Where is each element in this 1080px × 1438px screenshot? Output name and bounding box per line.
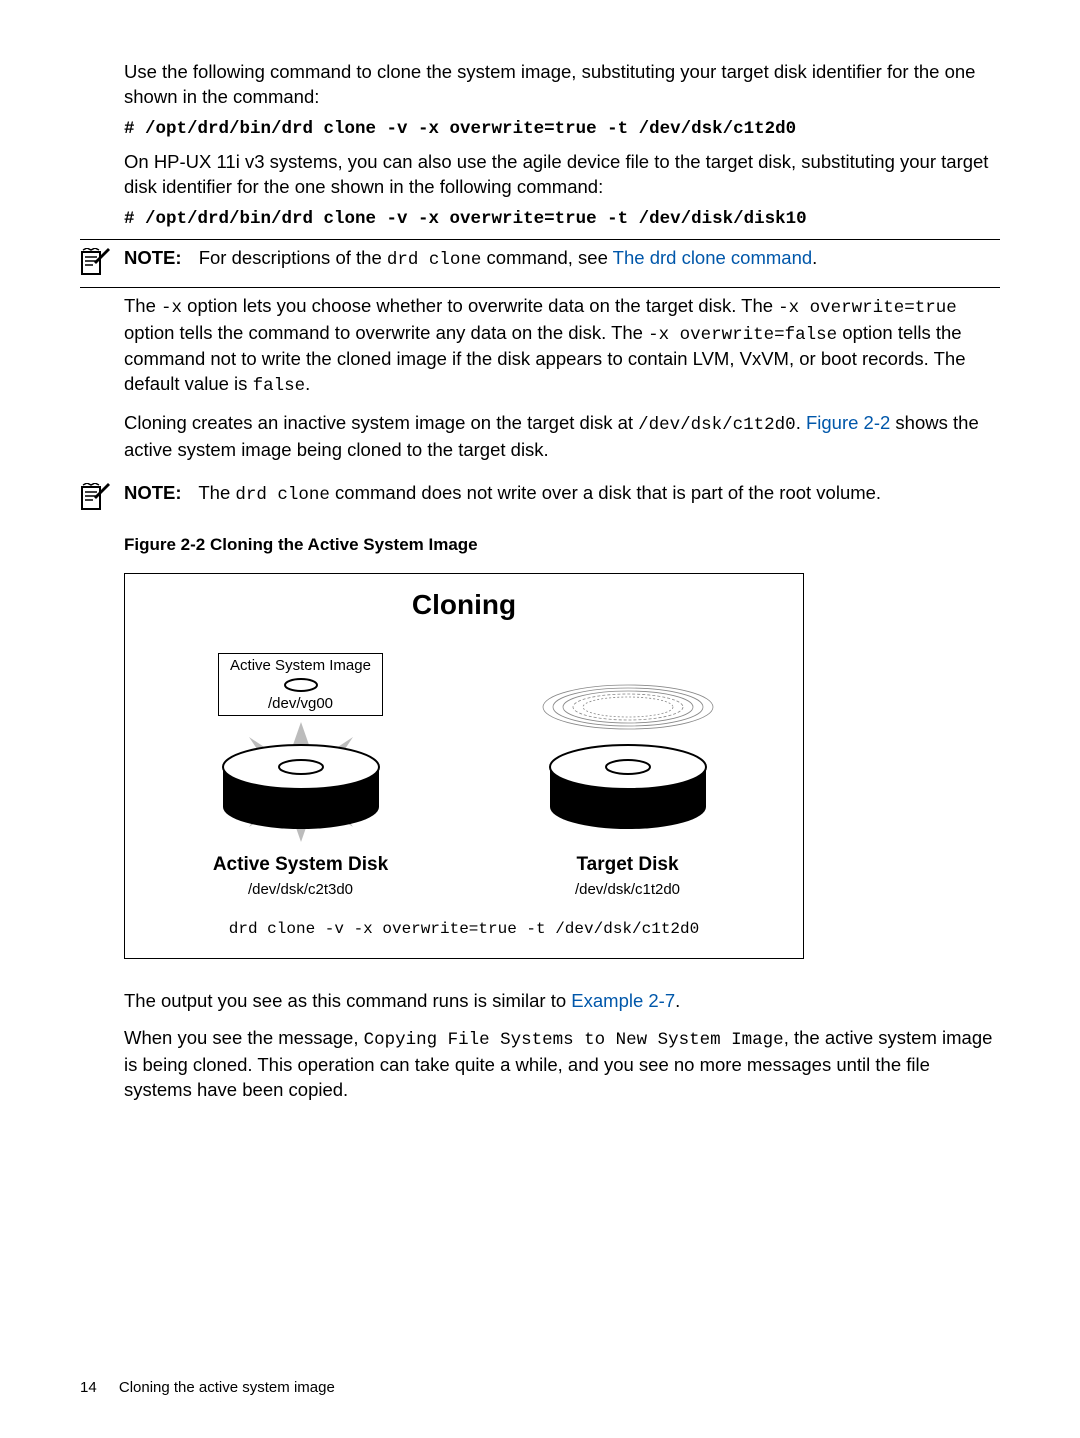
note-icon — [80, 481, 124, 516]
active-disk-path: /dev/dsk/c2t3d0 — [176, 880, 426, 900]
divider — [80, 239, 1000, 240]
intro-p1: Use the following command to clone the s… — [124, 60, 1000, 110]
note1-mid: command, see — [481, 247, 612, 268]
intro-p2: On HP-UX 11i v3 systems, you can also us… — [124, 150, 1000, 200]
p6: When you see the message, Copying File S… — [124, 1026, 1000, 1103]
page-footer: 14 Cloning the active system image — [80, 1379, 335, 1396]
figure-command: drd clone -v -x overwrite=true -t /dev/d… — [137, 919, 791, 941]
note2-lead: The — [198, 482, 235, 503]
note1-link[interactable]: The drd clone command — [613, 247, 813, 268]
p5: The output you see as this command runs … — [124, 989, 1000, 1014]
note-icon — [80, 246, 124, 281]
page-number: 14 — [80, 1379, 97, 1396]
target-disk-name: Target Disk — [503, 852, 753, 878]
note-2: NOTE: The drd clone command does not wri… — [80, 481, 1000, 516]
note1-tail: . — [812, 247, 817, 268]
target-disk-icon — [513, 667, 743, 842]
active-system-image-box: Active System Image /dev/vg00 — [218, 653, 383, 716]
intro-block: Use the following command to clone the s… — [124, 60, 1000, 231]
p4: Cloning creates an inactive system image… — [124, 411, 1000, 463]
footer-title: Cloning the active system image — [119, 1379, 335, 1396]
active-disk-name: Active System Disk — [176, 852, 426, 878]
body-block: The -x option lets you choose whether to… — [124, 294, 1000, 462]
divider — [80, 287, 1000, 288]
note-1: NOTE: For descriptions of the drd clone … — [80, 246, 1000, 281]
figure-title: Cloning — [137, 586, 791, 624]
p3: The -x option lets you choose whether to… — [124, 294, 1000, 399]
active-disk-icon — [186, 712, 416, 842]
figure-caption: Figure 2-2 Cloning the Active System Ima… — [124, 534, 1000, 557]
note-label: NOTE: — [124, 482, 182, 503]
cmd1: # /opt/drd/bin/drd clone -v -x overwrite… — [124, 118, 1000, 142]
note2-code: drd clone — [235, 485, 330, 505]
figure-link[interactable]: Figure 2-2 — [806, 412, 890, 433]
note1-lead: For descriptions of the — [199, 247, 387, 268]
target-disk-path: /dev/dsk/c1t2d0 — [503, 880, 753, 900]
note-label: NOTE: — [124, 247, 182, 268]
figure-2-2: Cloning Active System Image /dev/vg00 — [124, 573, 804, 960]
example-link[interactable]: Example 2-7 — [571, 990, 675, 1011]
cmd2: # /opt/drd/bin/drd clone -v -x overwrite… — [124, 208, 1000, 232]
target-disk-col: Target Disk /dev/dsk/c1t2d0 — [503, 667, 753, 901]
active-disk-col: Active System Image /dev/vg00 — [176, 653, 426, 900]
note2-tail: command does not write over a disk that … — [330, 482, 881, 503]
note1-code: drd clone — [387, 250, 482, 270]
